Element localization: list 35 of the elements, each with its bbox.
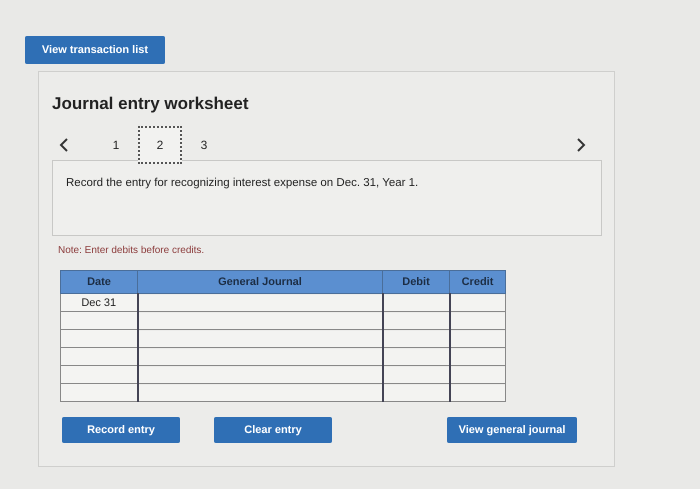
action-button[interactable]: Clear entry — [214, 417, 332, 443]
debit-field[interactable] — [384, 366, 448, 382]
page-tab[interactable]: 2 — [138, 126, 182, 164]
account-field[interactable] — [138, 294, 382, 310]
debit-field[interactable] — [384, 348, 448, 364]
page-tab[interactable]: 1 — [94, 126, 138, 164]
debit-field[interactable] — [384, 384, 448, 400]
account-field[interactable] — [138, 348, 382, 364]
column-header: Credit — [450, 270, 506, 294]
column-header: Date — [60, 270, 138, 294]
credit-field[interactable] — [450, 294, 505, 310]
column-header: General Journal — [138, 270, 382, 294]
credit-field[interactable] — [450, 384, 505, 400]
account-field[interactable] — [138, 330, 382, 346]
account-field[interactable] — [138, 312, 382, 328]
note-text: Note: Enter debits before credits. — [58, 245, 206, 256]
debit-field[interactable] — [384, 312, 448, 328]
date-cell: Dec 31 — [60, 294, 138, 312]
action-button[interactable]: Record entry — [62, 417, 180, 443]
view-transaction-list-button[interactable]: View transaction list — [25, 36, 165, 64]
credit-field[interactable] — [450, 366, 505, 382]
credit-field[interactable] — [450, 348, 505, 364]
worksheet-title: Journal entry worksheet — [52, 94, 250, 114]
page-tab[interactable]: 3 — [182, 126, 226, 164]
account-field[interactable] — [138, 366, 382, 382]
debit-field[interactable] — [384, 294, 448, 310]
instruction-text: Record the entry for recognizing interest expense on Dec. 31, Year 1. — [66, 177, 418, 189]
previous-icon[interactable] — [58, 137, 70, 153]
debit-field[interactable] — [384, 330, 448, 346]
next-icon[interactable] — [575, 137, 587, 153]
credit-field[interactable] — [450, 312, 505, 328]
credit-field[interactable] — [450, 330, 505, 346]
account-field[interactable] — [138, 384, 382, 400]
action-button[interactable]: View general journal — [447, 417, 577, 443]
column-header: Debit — [382, 270, 450, 294]
